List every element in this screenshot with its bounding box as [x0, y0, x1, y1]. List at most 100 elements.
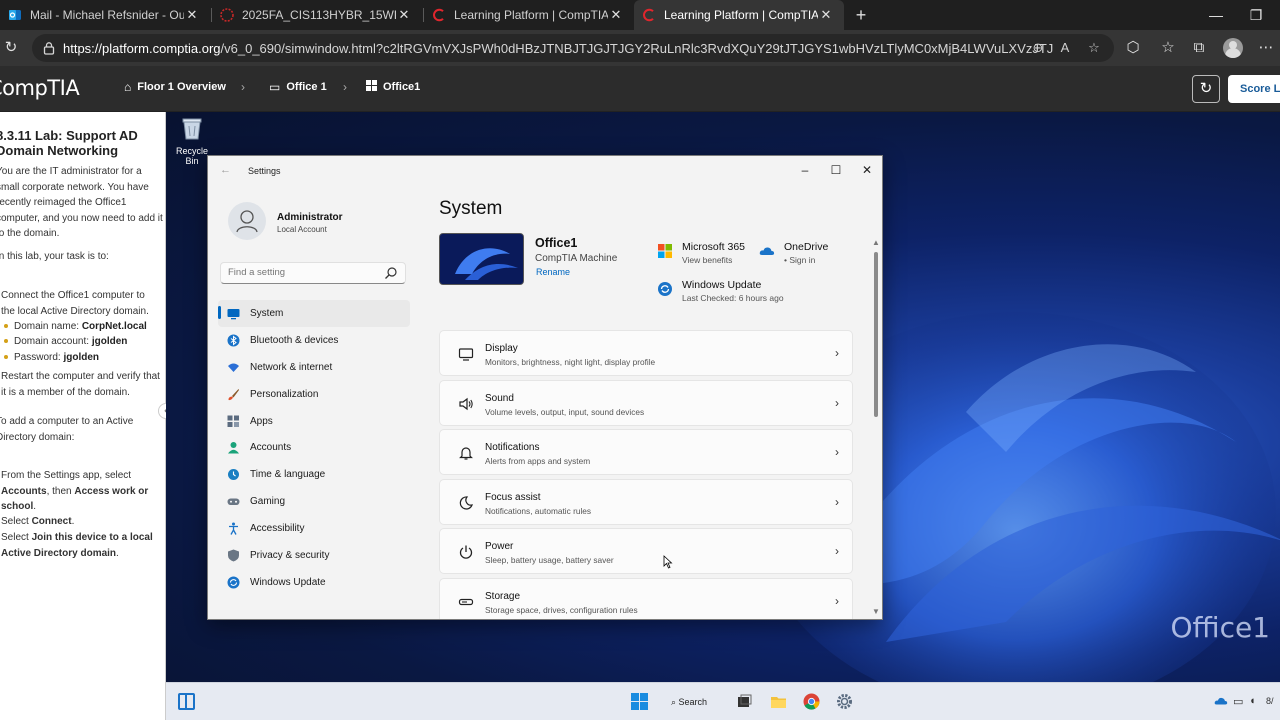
search-icon[interactable] [384, 266, 398, 280]
collections-icon[interactable]: ⧉ [1189, 38, 1209, 58]
person-icon [236, 210, 258, 233]
settings-card-sound[interactable]: Sound Volume levels, output, input, soun… [439, 379, 853, 426]
taskbar-search-button[interactable]: ⌕ Search [665, 691, 725, 713]
storage-icon [458, 598, 474, 605]
chevron-right-icon: › [835, 544, 839, 558]
browser-tab-outlook[interactable]: Mail - Michael Refsnider - Outlook ✕ [0, 0, 210, 30]
maximize-window-button[interactable]: ❐ [1245, 4, 1267, 26]
nav-label: Time & language [250, 469, 326, 481]
settings-search-input[interactable] [228, 267, 378, 278]
lab-step: Restart the computer and verify that it … [1, 371, 160, 398]
device-model: CompTIA Machine [535, 253, 618, 264]
more-menu-icon[interactable]: ⋯ [1256, 38, 1276, 58]
lab-howto-step: Select Join this device to a local Activ… [1, 532, 153, 559]
nav-item-privacy-security[interactable]: Privacy & security [218, 542, 410, 569]
widgets-icon[interactable] [178, 693, 195, 710]
chevron-right-icon: › [835, 395, 839, 410]
nav-item-personalization[interactable]: Personalization [218, 381, 410, 408]
settings-close-button[interactable]: ✕ [856, 160, 878, 180]
task-view-icon[interactable] [736, 693, 753, 710]
lock-icon[interactable] [42, 41, 56, 55]
bell-icon [459, 447, 473, 460]
extensions-icon[interactable]: ⬡ [1123, 38, 1143, 58]
chrome-icon[interactable] [803, 693, 820, 710]
tab-title: Learning Platform | CompTIA [664, 8, 818, 22]
nav-item-accounts[interactable]: Accounts [218, 434, 410, 461]
nav-item-network[interactable]: Network & internet [218, 354, 410, 381]
scroll-up-icon[interactable]: ▲ [872, 238, 880, 247]
clock-partial[interactable]: 8/ [1266, 696, 1274, 706]
apps-icon [227, 415, 239, 427]
update-icon [227, 576, 240, 589]
card-description: Storage space, drives, configuration rul… [485, 604, 638, 615]
settings-card-focus-assist[interactable]: Focus assist Notifications, automatic ru… [439, 478, 853, 525]
breadcrumb-office1-machine[interactable]: Office1 [366, 80, 420, 94]
scroll-down-icon[interactable]: ▼ [872, 607, 880, 616]
zoom-icon[interactable]: ⊖ [1029, 39, 1047, 57]
settings-card-notifications[interactable]: Notifications Alerts from apps and syste… [439, 429, 853, 475]
new-tab-button[interactable]: + [850, 4, 872, 26]
breadcrumb-label: Office1 [383, 81, 421, 93]
nav-item-time-language[interactable]: Time & language [218, 461, 410, 488]
browser-tab-course[interactable]: 2025FA_CIS113HYBR_15WK IT Ha ✕ [212, 0, 422, 30]
speaker-icon [459, 397, 473, 410]
card-description: Monitors, brightness, night light, displ… [485, 357, 656, 367]
monitor-icon: ▭ [269, 80, 281, 94]
reset-lab-button[interactable]: ↻ [1192, 75, 1220, 103]
nav-item-windows-update[interactable]: Windows Update [218, 569, 410, 596]
breadcrumb-floor-overview[interactable]: ⌂ Floor 1 Overview [124, 80, 226, 94]
outlook-icon [8, 8, 22, 22]
user-avatar[interactable] [228, 202, 266, 240]
scrollbar-thumb[interactable] [874, 252, 878, 417]
settings-card-power[interactable]: Power Sleep, battery usage, battery save… [439, 528, 853, 574]
machine-watermark: Office1 [1170, 611, 1270, 644]
volume-tray-icon[interactable]: ◖ [1249, 695, 1256, 707]
read-aloud-icon[interactable]: A [1056, 39, 1074, 57]
favorites-icon[interactable]: ☆ [1158, 38, 1178, 58]
settings-scrollbar[interactable]: ▲ ▼ [871, 238, 881, 616]
settings-card-display[interactable]: Display Monitors, brightness, night ligh… [439, 330, 853, 376]
back-arrow-icon[interactable]: ← [220, 164, 231, 176]
breadcrumb-office-1[interactable]: ▭ Office 1 [269, 80, 327, 94]
browser-tab-comptia-active[interactable]: Learning Platform | CompTIA ✕ [634, 0, 844, 30]
settings-gear-icon[interactable] [836, 693, 853, 710]
settings-minimize-button[interactable]: – [794, 160, 816, 180]
network-tray-icon[interactable]: ▭ [1233, 695, 1243, 708]
recycle-bin-shortcut[interactable]: Recycle Bin [174, 116, 210, 166]
card-title: Focus assist [485, 491, 541, 503]
settings-card-storage[interactable]: Storage Storage space, drives, configura… [439, 577, 853, 619]
nav-item-gaming[interactable]: Gaming [218, 488, 410, 515]
gamepad-icon [227, 498, 240, 506]
address-bar[interactable]: https://platform.comptia.org/v6_0_690/si… [32, 34, 1114, 62]
nav-item-accessibility[interactable]: Accessibility [218, 515, 410, 542]
nav-item-bluetooth[interactable]: Bluetooth & devices [218, 327, 410, 354]
card-title: Storage [485, 590, 521, 602]
close-tab-icon[interactable]: ✕ [184, 7, 200, 23]
settings-search[interactable] [220, 262, 406, 284]
minimize-window-button[interactable]: — [1205, 4, 1227, 26]
favorite-star-icon[interactable]: ☆ [1085, 39, 1103, 57]
url-text[interactable]: https://platform.comptia.org/v6_0_690/si… [63, 41, 1053, 56]
settings-maximize-button[interactable]: ☐ [825, 160, 847, 180]
breadcrumb-chevron-icon: › [343, 80, 347, 94]
file-explorer-icon[interactable] [770, 693, 787, 710]
lab-detail-item: Domain account: jgolden [4, 334, 127, 350]
profile-avatar[interactable] [1223, 38, 1243, 58]
lab-howto-step: From the Settings app, select Accounts, … [1, 470, 149, 512]
browser-tab-comptia-1[interactable]: Learning Platform | CompTIA ✕ [424, 0, 634, 30]
reload-icon[interactable]: ↻ [2, 39, 20, 57]
close-tab-icon[interactable]: ✕ [608, 7, 624, 23]
settings-window: ← Settings – ☐ ✕ Administrator Local Acc… [207, 155, 883, 620]
nav-item-apps[interactable]: Apps [218, 408, 410, 435]
start-button-icon[interactable] [631, 693, 648, 710]
nav-item-system[interactable]: System [218, 300, 410, 327]
building-icon: ⌂ [124, 80, 132, 94]
close-tab-icon[interactable]: ✕ [396, 7, 412, 23]
nav-label: Personalization [250, 388, 319, 400]
close-tab-icon[interactable]: ✕ [818, 7, 834, 23]
rename-link[interactable]: Rename [536, 267, 570, 277]
score-lab-button[interactable]: Score Lab [1228, 75, 1280, 103]
tab-title: Mail - Michael Refsnider - Outlook [30, 8, 184, 22]
comptia-icon [432, 8, 446, 22]
onedrive-tray-icon[interactable] [1214, 695, 1228, 707]
